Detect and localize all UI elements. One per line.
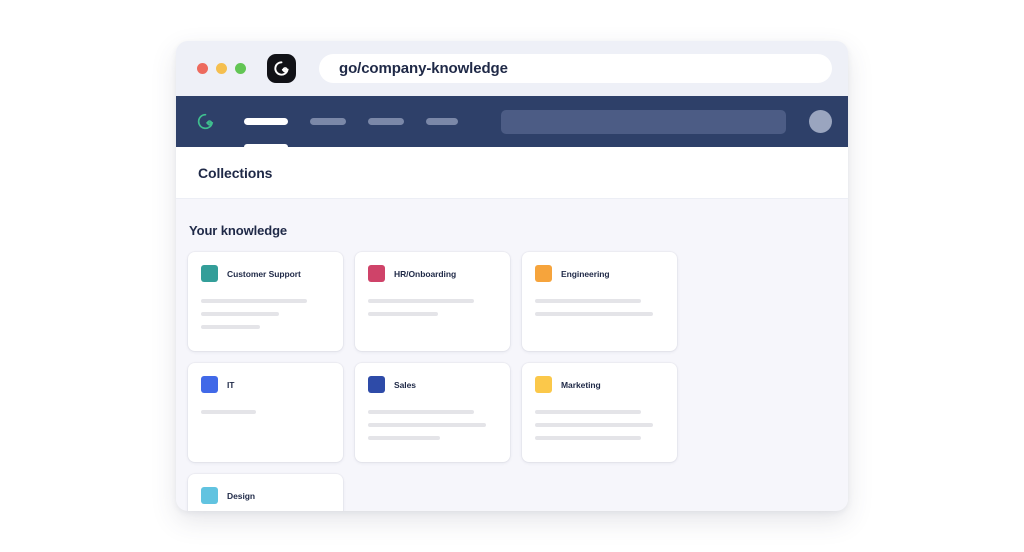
collection-color-swatch-icon: [368, 265, 385, 282]
maximize-window-button[interactable]: [235, 63, 246, 74]
traffic-lights: [197, 63, 246, 74]
close-window-button[interactable]: [197, 63, 208, 74]
collection-card-header: Customer Support: [201, 265, 330, 282]
nav-item-label: [310, 118, 346, 125]
placeholder-line: [368, 312, 438, 316]
collection-card[interactable]: HR/Onboarding: [355, 252, 510, 351]
collection-card-header: IT: [201, 376, 330, 393]
page-header: Collections: [176, 147, 848, 199]
app-navigation-bar: [176, 96, 848, 150]
collection-color-swatch-icon: [201, 376, 218, 393]
collection-card[interactable]: IT: [188, 363, 343, 462]
collection-color-swatch-icon: [535, 376, 552, 393]
collection-placeholder-lines: [535, 410, 664, 440]
nav-item-label: [426, 118, 458, 125]
nav-items: [244, 96, 458, 150]
placeholder-line: [201, 410, 256, 414]
nav-item-1[interactable]: [244, 96, 288, 150]
collection-card-header: HR/Onboarding: [368, 265, 497, 282]
collection-color-swatch-icon: [201, 487, 218, 504]
placeholder-line: [535, 423, 653, 427]
collection-card[interactable]: Engineering: [522, 252, 677, 351]
placeholder-line: [535, 312, 653, 316]
placeholder-line: [368, 410, 474, 414]
page-title: Collections: [198, 164, 273, 181]
collection-color-swatch-icon: [368, 376, 385, 393]
collection-placeholder-lines: [535, 299, 664, 316]
placeholder-line: [535, 410, 641, 414]
minimize-window-button[interactable]: [216, 63, 227, 74]
collection-card-header: Engineering: [535, 265, 664, 282]
collection-title: HR/Onboarding: [394, 268, 457, 279]
browser-titlebar: go/company-knowledge: [176, 41, 848, 96]
collection-card[interactable]: Sales: [355, 363, 510, 462]
placeholder-line: [201, 325, 260, 329]
placeholder-line: [535, 436, 641, 440]
section-title: Your knowledge: [189, 223, 288, 238]
nav-item-2[interactable]: [310, 96, 346, 147]
collection-placeholder-lines: [201, 299, 330, 329]
nav-item-label: [244, 118, 288, 125]
collection-placeholder-lines: [368, 299, 497, 316]
address-bar[interactable]: go/company-knowledge: [319, 54, 832, 83]
placeholder-line: [368, 436, 440, 440]
nav-item-3[interactable]: [368, 96, 404, 147]
active-tab-indicator: [244, 144, 288, 150]
guru-logo-icon: [267, 54, 296, 83]
placeholder-line: [368, 299, 474, 303]
collection-card-header: Sales: [368, 376, 497, 393]
url-text: go/company-knowledge: [339, 60, 508, 77]
collection-card[interactable]: Marketing: [522, 363, 677, 462]
collection-card[interactable]: Design: [188, 474, 343, 511]
nav-item-4[interactable]: [426, 96, 458, 147]
placeholder-line: [201, 312, 279, 316]
collection-card[interactable]: Customer Support: [188, 252, 343, 351]
collection-color-swatch-icon: [535, 265, 552, 282]
collection-title: IT: [227, 379, 235, 390]
collection-card-header: Marketing: [535, 376, 664, 393]
nav-item-label: [368, 118, 404, 125]
avatar[interactable]: [809, 110, 832, 133]
collection-title: Sales: [394, 379, 416, 390]
browser-window: go/company-knowledge Collections Your kn…: [176, 41, 848, 511]
collection-color-swatch-icon: [201, 265, 218, 282]
guru-logo-icon[interactable]: [194, 111, 216, 133]
collection-title: Design: [227, 490, 256, 501]
placeholder-line: [535, 299, 641, 303]
collection-placeholder-lines: [201, 410, 330, 414]
placeholder-line: [201, 299, 307, 303]
collection-card-grid: Customer Support HR/Onboarding Engineering…: [188, 252, 827, 511]
search-input[interactable]: [501, 109, 786, 134]
collection-placeholder-lines: [368, 410, 497, 440]
collection-card-header: Design: [201, 487, 330, 504]
main-content: Your knowledge Customer Support HR/Onboar…: [176, 199, 848, 511]
placeholder-line: [368, 423, 486, 427]
collection-title: Engineering: [561, 268, 610, 279]
collection-title: Marketing: [561, 379, 601, 390]
collection-title: Customer Support: [227, 268, 301, 279]
